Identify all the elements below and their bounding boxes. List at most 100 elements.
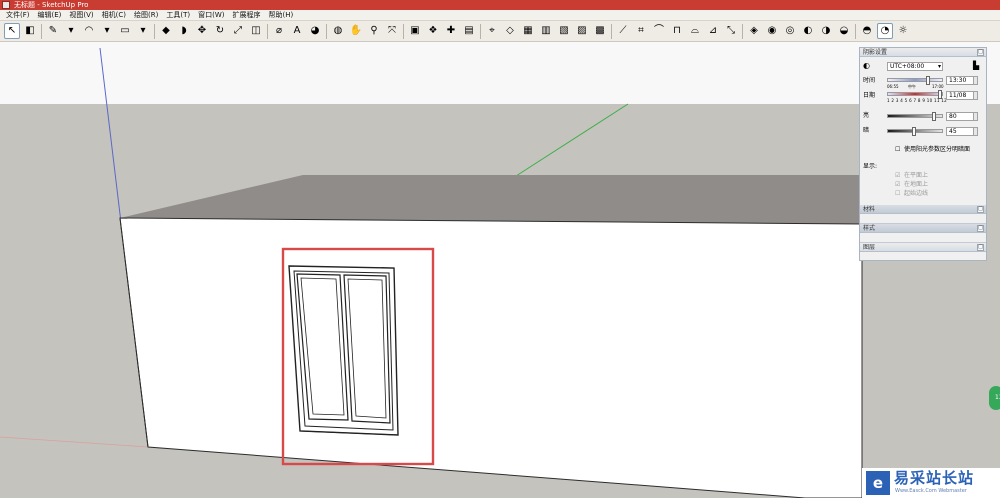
- from-edges-checkbox[interactable]: ☐: [895, 190, 900, 198]
- window-title: 无标题 - SketchUp Pro: [14, 1, 89, 9]
- time-slider-thumb[interactable]: [926, 76, 930, 85]
- chevron-down-icon: ▾: [937, 63, 941, 70]
- flip-edge-icon[interactable]: ⤡: [723, 23, 739, 39]
- sun-shadow-toggle-icon[interactable]: ◐: [863, 62, 870, 70]
- drape-icon[interactable]: ⌓: [687, 23, 703, 39]
- menu-item-2[interactable]: 视图(V): [65, 10, 97, 21]
- menu-item-5[interactable]: 工具(T): [162, 10, 194, 21]
- solid-outer-shell-icon[interactable]: ◈: [746, 23, 762, 39]
- follow-me-tool-icon[interactable]: ◗: [176, 23, 192, 39]
- layout-icon[interactable]: ▤: [461, 23, 477, 39]
- sandbox-from-scratch-icon[interactable]: ⌗: [633, 23, 649, 39]
- stamp-icon[interactable]: ⊓: [669, 23, 685, 39]
- dropdown-arrow-icon[interactable]: ▾: [63, 23, 79, 39]
- 3d-viewport[interactable]: [0, 42, 1000, 498]
- sun-shading-checkbox[interactable]: ☐: [895, 146, 900, 154]
- select-tool-icon[interactable]: ↖: [4, 23, 20, 39]
- time-slider[interactable]: [887, 76, 943, 85]
- dark-value: 45: [949, 128, 957, 135]
- toolbar-separator: [855, 23, 856, 39]
- light-spinner[interactable]: [973, 112, 978, 121]
- time-field[interactable]: 13:30: [946, 76, 978, 85]
- menu-item-1[interactable]: 编辑(E): [34, 10, 66, 21]
- push-pull-tool-icon[interactable]: ◆: [158, 23, 174, 39]
- pan-tool-icon[interactable]: ✋: [348, 23, 364, 39]
- styles-panel-header[interactable]: 样式 □: [860, 224, 986, 233]
- toolbar-separator: [326, 23, 327, 39]
- solid-subtract-icon[interactable]: ◐: [800, 23, 816, 39]
- on-ground-checkbox[interactable]: ☑: [895, 181, 900, 189]
- orbit-tool-icon[interactable]: ◍: [330, 23, 346, 39]
- zoom-tool-icon[interactable]: ⚲: [366, 23, 382, 39]
- panel-pin-icon[interactable]: □: [977, 244, 984, 251]
- components-icon[interactable]: ❖: [425, 23, 441, 39]
- default-tray: 阴影设置 □ ◐ UTC+08:00 ▾ ▙ 时间 06:55 中午 17:00…: [859, 47, 987, 261]
- menu-item-3[interactable]: 相机(C): [98, 10, 130, 21]
- move-tool-icon[interactable]: ✥: [194, 23, 210, 39]
- panel-pin-icon[interactable]: □: [977, 49, 984, 56]
- shadow-settings-panel-header[interactable]: 阴影设置 □: [860, 48, 986, 57]
- dropdown-arrow-icon[interactable]: ▾: [135, 23, 151, 39]
- text-tool-icon[interactable]: A: [289, 23, 305, 39]
- toolbar-separator: [403, 23, 404, 39]
- add-detail-icon[interactable]: ⊿: [705, 23, 721, 39]
- menu-item-8[interactable]: 帮助(H): [264, 10, 297, 21]
- add-location-icon[interactable]: ⌖: [484, 23, 500, 39]
- sun-shadows-toggle-icon[interactable]: ☼: [895, 23, 911, 39]
- timezone-select[interactable]: UTC+08:00 ▾: [887, 62, 943, 71]
- panel-pin-icon[interactable]: □: [977, 206, 984, 213]
- dark-spinner[interactable]: [973, 127, 978, 136]
- rectangle-tool-icon[interactable]: ▭: [117, 23, 133, 39]
- solid-trim-icon[interactable]: ◑: [818, 23, 834, 39]
- extension-warehouse-icon[interactable]: ✚: [443, 23, 459, 39]
- light-slider[interactable]: [887, 112, 943, 121]
- date-slider[interactable]: [887, 90, 943, 99]
- back-view-icon[interactable]: ▨: [574, 23, 590, 39]
- light-slider-thumb[interactable]: [932, 112, 936, 121]
- styles-icon[interactable]: ◓: [859, 23, 875, 39]
- on-faces-checkbox[interactable]: ☑: [895, 172, 900, 180]
- eraser-tool-icon[interactable]: ◧: [22, 23, 38, 39]
- solid-split-icon[interactable]: ◒: [836, 23, 852, 39]
- scale-tool-icon[interactable]: ⤢: [230, 23, 246, 39]
- smoove-icon[interactable]: ⌒: [651, 23, 667, 39]
- arc-tool-icon[interactable]: ◠: [81, 23, 97, 39]
- time-spinner[interactable]: [973, 76, 978, 85]
- date-spinner[interactable]: [973, 91, 978, 100]
- sandbox-from-contours-icon[interactable]: ⟋: [615, 23, 631, 39]
- tape-measure-tool-icon[interactable]: ⌀: [271, 23, 287, 39]
- watermark-text: 易采站长站: [894, 469, 975, 487]
- dark-slider-thumb[interactable]: [912, 127, 916, 136]
- menu-item-7[interactable]: 扩展程序: [228, 10, 264, 21]
- left-view-icon[interactable]: ▩: [592, 23, 608, 39]
- side-badge[interactable]: 13: [989, 386, 1000, 410]
- front-view-icon[interactable]: ▥: [538, 23, 554, 39]
- time-start-label: 06:55: [887, 84, 899, 89]
- layers-panel-header[interactable]: 图层 □: [860, 243, 986, 252]
- menu-item-6[interactable]: 窗口(W): [194, 10, 228, 21]
- dark-slider[interactable]: [887, 127, 943, 136]
- rotate-tool-icon[interactable]: ↻: [212, 23, 228, 39]
- styles-panel-title: 样式: [863, 225, 876, 232]
- panel-pin-icon[interactable]: □: [977, 225, 984, 232]
- offset-tool-icon[interactable]: ◫: [248, 23, 264, 39]
- materials-panel-header[interactable]: 材料 □: [860, 205, 986, 214]
- menu-item-0[interactable]: 文件(F): [2, 10, 34, 21]
- solid-union-icon[interactable]: ◎: [782, 23, 798, 39]
- styles-panel-spacer: [860, 233, 986, 243]
- pencil-line-tool-icon[interactable]: ✎: [45, 23, 61, 39]
- warehouse-icon[interactable]: ▣: [407, 23, 423, 39]
- shadow-display-toggle-icon[interactable]: ▙: [973, 62, 979, 70]
- zoom-extents-tool-icon[interactable]: ⤧: [384, 23, 400, 39]
- solid-intersect-icon[interactable]: ◉: [764, 23, 780, 39]
- dark-field[interactable]: 45: [946, 127, 978, 136]
- menu-item-4[interactable]: 绘图(R): [130, 10, 162, 21]
- shadow-settings-icon[interactable]: ◔: [877, 23, 893, 39]
- dropdown-arrow-icon[interactable]: ▾: [99, 23, 115, 39]
- paint-bucket-tool-icon[interactable]: ◕: [307, 23, 323, 39]
- right-view-icon[interactable]: ▧: [556, 23, 572, 39]
- light-field[interactable]: 80: [946, 112, 978, 121]
- iso-view-icon[interactable]: ◇: [502, 23, 518, 39]
- date-field[interactable]: 11/08: [946, 91, 978, 100]
- top-view-icon[interactable]: ▦: [520, 23, 536, 39]
